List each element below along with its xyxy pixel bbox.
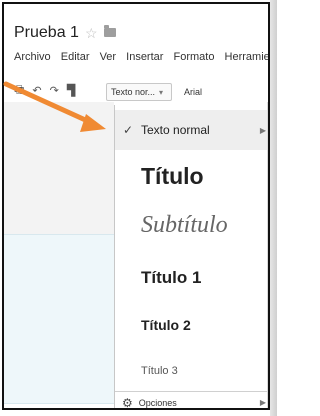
annotation-arrow [3, 81, 106, 132]
